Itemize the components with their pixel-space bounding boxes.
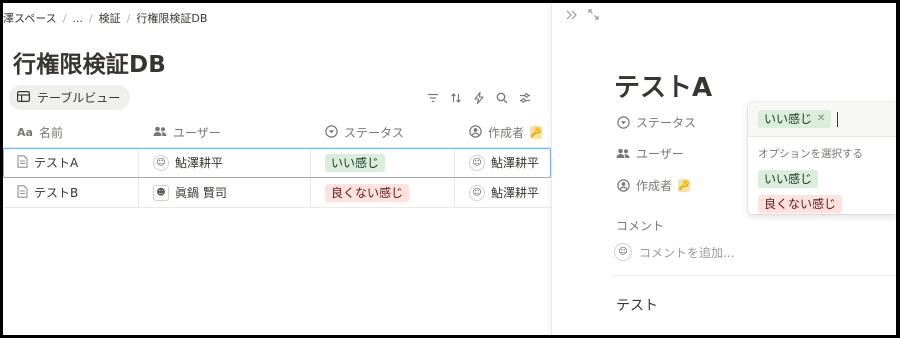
table-icon xyxy=(17,90,31,105)
user-name: 鮎澤耕平 xyxy=(175,156,224,170)
table-header: Aa 名前 ユーザー ステータス 作成者 🔑 xyxy=(3,118,551,148)
cell-user[interactable]: ☻ 眞鍋 賢司 xyxy=(139,178,311,207)
sort-icon[interactable] xyxy=(449,91,463,105)
cell-status[interactable]: いい感じ xyxy=(311,148,455,177)
breadcrumb-parent[interactable]: 検証 xyxy=(99,10,121,26)
person-circle-icon xyxy=(469,124,482,141)
status-icon xyxy=(616,116,630,130)
avatar: ☺ xyxy=(614,243,632,261)
select-option[interactable]: 良くない感じ xyxy=(758,193,896,213)
comment-placeholder: コメントを追加... xyxy=(639,245,735,260)
column-label: ステータス xyxy=(344,126,405,140)
avatar: ☺ xyxy=(469,184,485,201)
comments-label: コメント xyxy=(616,219,665,233)
person-circle-icon xyxy=(616,179,630,193)
comment-input[interactable]: ☺ コメントを追加... xyxy=(614,243,734,261)
status-badge: 良くない感じ xyxy=(325,183,410,202)
status-icon xyxy=(325,124,338,141)
page-title[interactable]: 行権限検証DB xyxy=(13,45,166,79)
property-label: 作成者 xyxy=(636,179,673,193)
creator-name: 鮎澤耕平 xyxy=(491,186,540,200)
table-body: テストA ☺ 鮎澤耕平 いい感じ ☺ 鮎澤耕平 テストB ☻ 眞鍋 賢司 良くな… xyxy=(3,148,551,208)
page-body-text[interactable]: テスト xyxy=(616,295,658,315)
creator-name: 鮎澤耕平 xyxy=(491,156,540,170)
page-peek-panel: テストA ステータス ユーザー 作成者 🔑 コメント ☺ コメントを追加... xyxy=(551,3,896,335)
app-window: 澤スペース / ... / 検証 / 行権限検証DB 行権限検証DB テーブルビ… xyxy=(3,3,896,335)
column-header-user[interactable]: ユーザー xyxy=(139,118,311,148)
selected-option-chip: いい感じ ✕ xyxy=(758,110,832,128)
column-header-creator[interactable]: 作成者 🔑 xyxy=(455,118,551,148)
search-icon[interactable] xyxy=(495,91,509,105)
divider xyxy=(614,275,896,276)
table-row[interactable]: テストA ☺ 鮎澤耕平 いい感じ ☺ 鮎澤耕平 xyxy=(3,148,551,178)
filter-icon[interactable] xyxy=(426,91,440,105)
avatar: ☺ xyxy=(153,154,169,171)
close-peek-icon[interactable] xyxy=(566,9,578,24)
property-label: ユーザー xyxy=(636,147,684,161)
text-caret xyxy=(837,111,839,127)
property-user[interactable]: ユーザー xyxy=(616,145,684,162)
cell-user[interactable]: ☺ 鮎澤耕平 xyxy=(139,148,311,177)
expand-icon[interactable] xyxy=(588,9,599,24)
key-icon: 🔑 xyxy=(678,179,691,192)
page-icon xyxy=(17,184,28,201)
row-title: テストA xyxy=(34,156,79,170)
cell-name[interactable]: テストA xyxy=(3,148,139,177)
database-table: Aa 名前 ユーザー ステータス 作成者 🔑 テストA ☺ 鮎澤耕平 いい感じ … xyxy=(3,118,551,208)
automation-icon[interactable] xyxy=(472,91,486,105)
option-label: 良くない感じ xyxy=(758,195,843,213)
property-status[interactable]: ステータス xyxy=(616,114,696,131)
breadcrumb-separator: / xyxy=(62,11,67,25)
text-property-icon: Aa xyxy=(17,126,33,139)
selected-option-label: いい感じ xyxy=(764,112,813,126)
property-creator[interactable]: 作成者 🔑 xyxy=(616,177,691,194)
column-header-name[interactable]: Aa 名前 xyxy=(3,118,139,148)
breadcrumb-ellipsis[interactable]: ... xyxy=(72,12,83,25)
status-badge: いい感じ xyxy=(325,153,386,172)
cell-creator: ☺ 鮎澤耕平 xyxy=(455,178,551,207)
peek-controls xyxy=(566,9,599,24)
cell-name[interactable]: テストB xyxy=(3,178,139,207)
status-select-dropdown: いい感じ ✕ オプションを選択する いい感じ 良くない感じ xyxy=(748,102,896,214)
breadcrumb-separator: / xyxy=(88,11,93,25)
avatar: ☻ xyxy=(153,184,169,201)
cell-status[interactable]: 良くない感じ xyxy=(311,178,455,207)
column-header-status[interactable]: ステータス xyxy=(311,118,455,148)
select-input[interactable]: いい感じ ✕ xyxy=(748,102,896,137)
column-label: 作成者 xyxy=(488,126,525,140)
remove-option-icon[interactable]: ✕ xyxy=(817,111,825,127)
tab-table-view[interactable]: テーブルビュー xyxy=(9,85,131,110)
settings-icon[interactable] xyxy=(518,91,532,105)
select-option[interactable]: いい感じ xyxy=(758,168,896,188)
row-title: テストB xyxy=(34,186,79,200)
people-icon xyxy=(616,147,630,161)
table-row[interactable]: テストB ☻ 眞鍋 賢司 良くない感じ ☺ 鮎澤耕平 xyxy=(3,178,551,208)
key-icon: 🔑 xyxy=(530,126,543,139)
avatar: ☺ xyxy=(469,154,485,171)
breadcrumb-workspace[interactable]: 澤スペース xyxy=(3,10,57,26)
breadcrumb-current[interactable]: 行権限検証DB xyxy=(136,10,207,26)
people-icon xyxy=(153,126,167,140)
peek-page-title[interactable]: テストA xyxy=(614,67,712,104)
property-label: ステータス xyxy=(636,116,697,130)
breadcrumb-separator: / xyxy=(126,11,131,25)
select-hint: オプションを選択する xyxy=(758,148,863,160)
view-toolbar xyxy=(426,91,532,105)
column-label: ユーザー xyxy=(173,126,221,140)
user-name: 眞鍋 賢司 xyxy=(175,186,227,200)
breadcrumb: 澤スペース / ... / 検証 / 行権限検証DB xyxy=(3,9,207,27)
column-label: 名前 xyxy=(38,126,63,140)
option-label: いい感じ xyxy=(758,170,819,188)
page-icon xyxy=(17,154,28,171)
tab-label: テーブルビュー xyxy=(37,91,121,105)
cell-creator: ☺ 鮎澤耕平 xyxy=(455,148,551,177)
database-pane: 澤スペース / ... / 検証 / 行権限検証DB 行権限検証DB テーブルビ… xyxy=(3,3,551,335)
